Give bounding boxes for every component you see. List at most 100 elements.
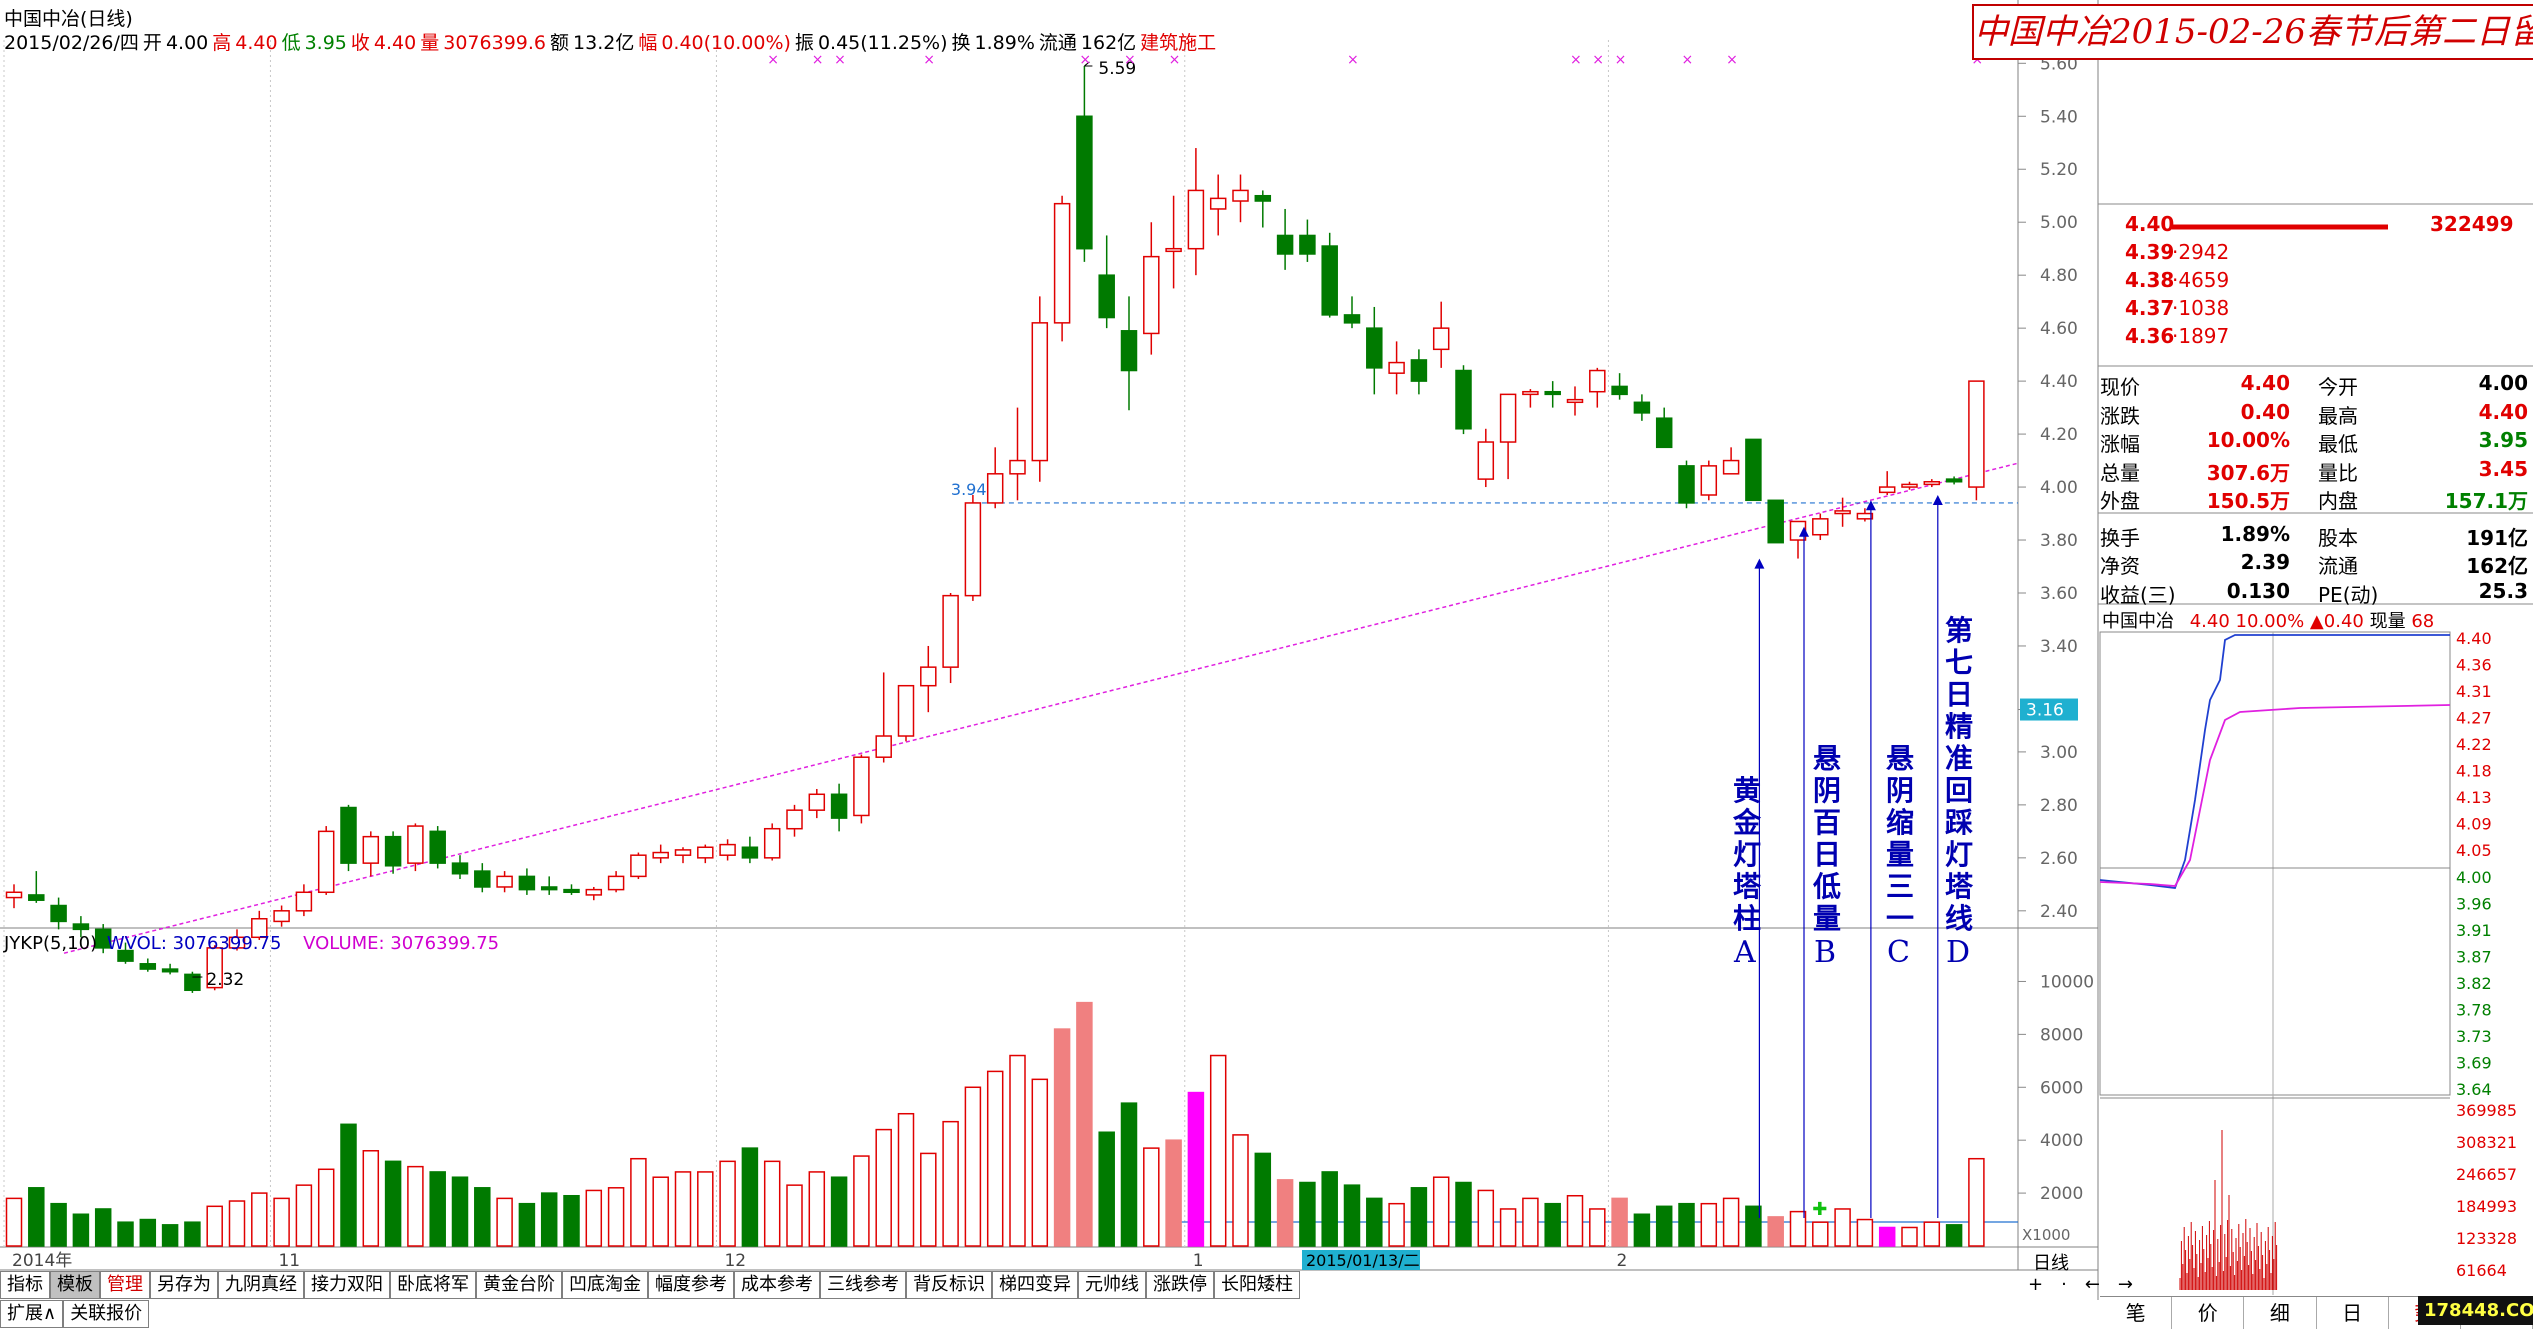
minute-tick-label: 4.05 xyxy=(2456,841,2492,860)
quote-label: 涨跌 xyxy=(2100,403,2140,428)
note-letter: B xyxy=(1814,935,1837,970)
indicator-tab[interactable]: 元帅线 xyxy=(1078,1271,1146,1299)
volume-bar xyxy=(830,1176,848,1247)
candle-down xyxy=(28,894,45,901)
scroll-right-icon[interactable]: → xyxy=(2118,1274,2147,1295)
volume-bar xyxy=(585,1189,603,1247)
candle-down xyxy=(429,830,446,864)
orderbook-price: 4.40 xyxy=(2125,212,2175,236)
quote-value: 1.89% xyxy=(2220,521,2290,546)
indicator-tab[interactable]: 接力双阳 xyxy=(304,1271,390,1299)
side-tab[interactable]: 价 xyxy=(2172,1297,2245,1329)
volume-bar xyxy=(1254,1152,1272,1247)
indicator-tab[interactable]: 成本参考 xyxy=(734,1271,820,1299)
bottom-tab[interactable]: 关联报价 xyxy=(63,1300,150,1328)
candle-up xyxy=(942,594,959,668)
indicator-tab[interactable]: 另存为 xyxy=(150,1271,218,1299)
quote-value: 162亿 xyxy=(2466,554,2528,578)
amount-label: 额 xyxy=(550,32,570,54)
candle-up xyxy=(1968,380,1985,488)
minute-tick-label: 4.00 xyxy=(2456,868,2492,887)
minute-tick-label: 4.22 xyxy=(2456,735,2492,754)
amount-value: 13.2亿 xyxy=(573,32,635,54)
volume-signal-icon: ✚ xyxy=(1812,1199,1827,1220)
note-text: 悬阴缩量三一 xyxy=(1885,742,1914,935)
orderbook-qty: ·1038 xyxy=(2172,296,2230,320)
side-tab[interactable]: 笔 xyxy=(2100,1297,2173,1329)
volume-bar xyxy=(206,1205,223,1247)
zoom-controls[interactable]: + · ← → xyxy=(2028,1274,2151,1295)
candle-up xyxy=(697,846,714,859)
price-tick-label: 4.80 xyxy=(2040,266,2078,286)
indicator-tab[interactable]: 模板 xyxy=(50,1271,100,1299)
close-value: 4.40 xyxy=(373,32,417,54)
candle-down xyxy=(1945,478,1963,483)
quote-value: 3.45 xyxy=(2478,456,2528,481)
indicator-tab[interactable]: 三线参考 xyxy=(820,1271,906,1299)
bottom-tab[interactable]: 扩展∧ xyxy=(0,1300,64,1328)
indicator-tab[interactable]: 涨跌停 xyxy=(1146,1271,1214,1299)
sector-link[interactable]: 建筑施工 xyxy=(1140,32,1216,54)
candle-down xyxy=(1655,417,1673,449)
minute-tick-label: 3.82 xyxy=(2456,974,2492,993)
quote-value: 3.95 xyxy=(2478,428,2528,452)
candle-up xyxy=(1388,361,1405,374)
chart-title: 中国中冶(日线) xyxy=(4,4,137,31)
quote-row: 换手 1.89% 股本 191亿 xyxy=(2100,522,2530,550)
indicator-tab[interactable]: 管理 xyxy=(100,1271,150,1299)
price-tick-label: 5.20 xyxy=(2040,160,2078,180)
indicator-tab[interactable]: 九阴真经 xyxy=(218,1271,304,1299)
zoom-in-icon[interactable]: + xyxy=(2028,1274,2057,1295)
volume-bar xyxy=(161,1224,179,1247)
minute-price: 4.40 xyxy=(2189,611,2230,632)
open-value: 4.00 xyxy=(165,32,209,54)
quote-row: 净资 2.39 流通 162亿 xyxy=(2100,550,2530,578)
indicator-tab[interactable]: 卧底将军 xyxy=(390,1271,476,1299)
volume-bar xyxy=(1901,1226,1918,1247)
candle-up xyxy=(317,830,335,894)
volume-bar xyxy=(50,1202,67,1247)
indicator-tab[interactable]: 凹底淘金 xyxy=(562,1271,648,1299)
quote-label: PE(动) xyxy=(2318,582,2379,607)
zoom-out-icon[interactable]: · xyxy=(2061,1274,2081,1295)
watermark: 178448.COM xyxy=(2418,1296,2533,1325)
quote-value: 0.130 xyxy=(2226,578,2290,603)
indicator-tab[interactable]: 背反标识 xyxy=(906,1271,992,1299)
indicator-tab[interactable]: 指标 xyxy=(0,1271,50,1299)
volume-bar xyxy=(117,1221,134,1247)
volume-bar xyxy=(607,1187,625,1247)
period-label[interactable]: 日线 xyxy=(2033,1249,2069,1275)
volume-bar xyxy=(652,1176,669,1247)
side-tab[interactable]: 日 xyxy=(2317,1297,2389,1329)
volume-indicator-name[interactable]: JYKP(5,10) xyxy=(4,933,97,954)
quote-row: 涨跌 0.40 最高 4.40 xyxy=(2100,400,2530,428)
candle-down xyxy=(161,968,179,973)
side-tab[interactable]: 细 xyxy=(2244,1297,2317,1329)
candle-up xyxy=(5,891,23,899)
indicator-tab[interactable]: 梯四变异 xyxy=(992,1271,1078,1299)
quote-row: 现价 4.40 今开 4.00 xyxy=(2100,371,2530,399)
volume-bar xyxy=(1544,1202,1561,1247)
volume-bar xyxy=(1120,1102,1138,1247)
volume-bar xyxy=(451,1176,469,1247)
quote-label: 今开 xyxy=(2318,375,2358,399)
indicator-tab[interactable]: 黄金台阶 xyxy=(476,1271,562,1299)
volume-bar xyxy=(94,1208,112,1247)
volume-bar xyxy=(362,1150,380,1247)
candle-up xyxy=(1031,322,1049,462)
scroll-left-icon[interactable]: ← xyxy=(2085,1274,2114,1295)
volume-bar xyxy=(1767,1216,1784,1247)
price-tick-label: 3.00 xyxy=(2040,743,2078,763)
indicator-tab[interactable]: 长阳矮柱 xyxy=(1214,1271,1300,1299)
quote-value: 157.1万 xyxy=(2444,489,2528,513)
minute-tick-label: 4.31 xyxy=(2456,682,2492,701)
high-label: 高 xyxy=(212,32,232,54)
orderbook-price: 4.37 xyxy=(2125,296,2175,320)
candle-up xyxy=(1053,202,1071,324)
quote-row: 涨幅 10.00% 最低 3.95 xyxy=(2100,428,2530,456)
candle-up xyxy=(1209,197,1227,210)
quote-row: 收益(三) 0.130 PE(动) 25.3 xyxy=(2100,579,2530,607)
quote-label: 流通 xyxy=(2318,554,2358,578)
x-tick-label: 2014年 xyxy=(12,1251,72,1271)
indicator-tab[interactable]: 幅度参考 xyxy=(648,1271,734,1299)
